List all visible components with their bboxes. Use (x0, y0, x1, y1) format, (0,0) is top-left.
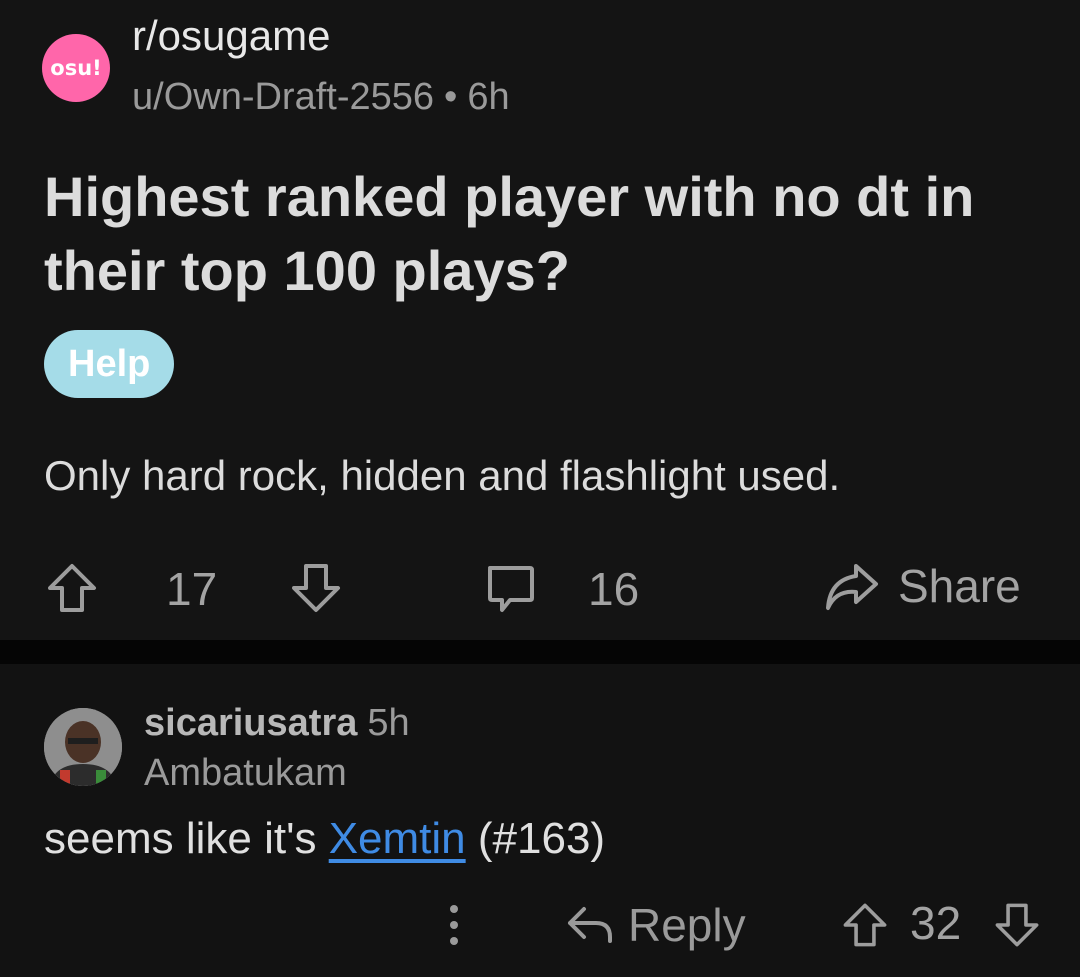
post-title[interactable]: Highest ranked player with no dt in thei… (44, 160, 1054, 308)
upvote-arrow-icon (840, 900, 890, 950)
subreddit-name[interactable]: r/osugame (132, 12, 330, 60)
comment-age: 5h (367, 702, 410, 744)
speech-bubble-icon (482, 560, 538, 616)
comments-button[interactable] (482, 560, 538, 616)
comment-upvote-button[interactable] (840, 890, 890, 960)
reddit-thread-page: osu! r/osugame u/Own-Draft-2556 • 6h Highe… (0, 0, 1080, 977)
subreddit-icon[interactable]: osu! (42, 34, 110, 102)
post-author[interactable]: u/Own-Draft-2556 (132, 76, 434, 118)
downvote-button[interactable] (288, 560, 344, 616)
downvote-arrow-icon (288, 560, 344, 616)
comment-body: seems like it's Xemtin (#163) (44, 814, 605, 864)
share-label: Share (898, 560, 1021, 612)
post-body: Only hard rock, hidden and flashlight us… (44, 452, 841, 499)
post-card: osu! r/osugame u/Own-Draft-2556 • 6h Highe… (0, 0, 1080, 640)
comment-score: 32 (910, 897, 962, 949)
more-options-button[interactable] (440, 890, 468, 960)
comment-text-suffix: (#163) (465, 814, 606, 863)
avatar[interactable] (44, 708, 122, 786)
comment-card: sicariusatra 5h Ambatukam seems like it's… (0, 664, 1080, 977)
downvote-arrow-icon (992, 900, 1042, 950)
upvote-arrow-icon (44, 560, 100, 616)
meta-separator: • (444, 76, 458, 118)
section-divider (0, 640, 1080, 664)
comment-author[interactable]: sicariusatra 5h (144, 702, 410, 745)
share-arrow-icon (822, 558, 880, 614)
vertical-dots-icon (440, 897, 468, 953)
reply-arrow-icon (566, 901, 614, 949)
reply-label: Reply (628, 899, 746, 951)
post-meta: u/Own-Draft-2556 • 6h (132, 76, 510, 119)
post-age: 6h (467, 76, 510, 118)
comment-downvote-button[interactable] (992, 890, 1042, 960)
subreddit-icon-label: osu! (50, 56, 102, 80)
comment-link[interactable]: Xemtin (329, 814, 466, 863)
share-button[interactable]: Share (822, 558, 1021, 614)
post-flair[interactable]: Help (44, 330, 175, 398)
comment-text-prefix: seems like it's (44, 814, 329, 863)
upvote-button[interactable] (44, 560, 100, 616)
post-score: 17 (166, 563, 218, 615)
user-flair: Ambatukam (144, 752, 347, 794)
comment-count: 16 (588, 563, 640, 615)
comment-author-name[interactable]: sicariusatra (144, 702, 357, 744)
reply-button[interactable]: Reply (566, 890, 746, 960)
